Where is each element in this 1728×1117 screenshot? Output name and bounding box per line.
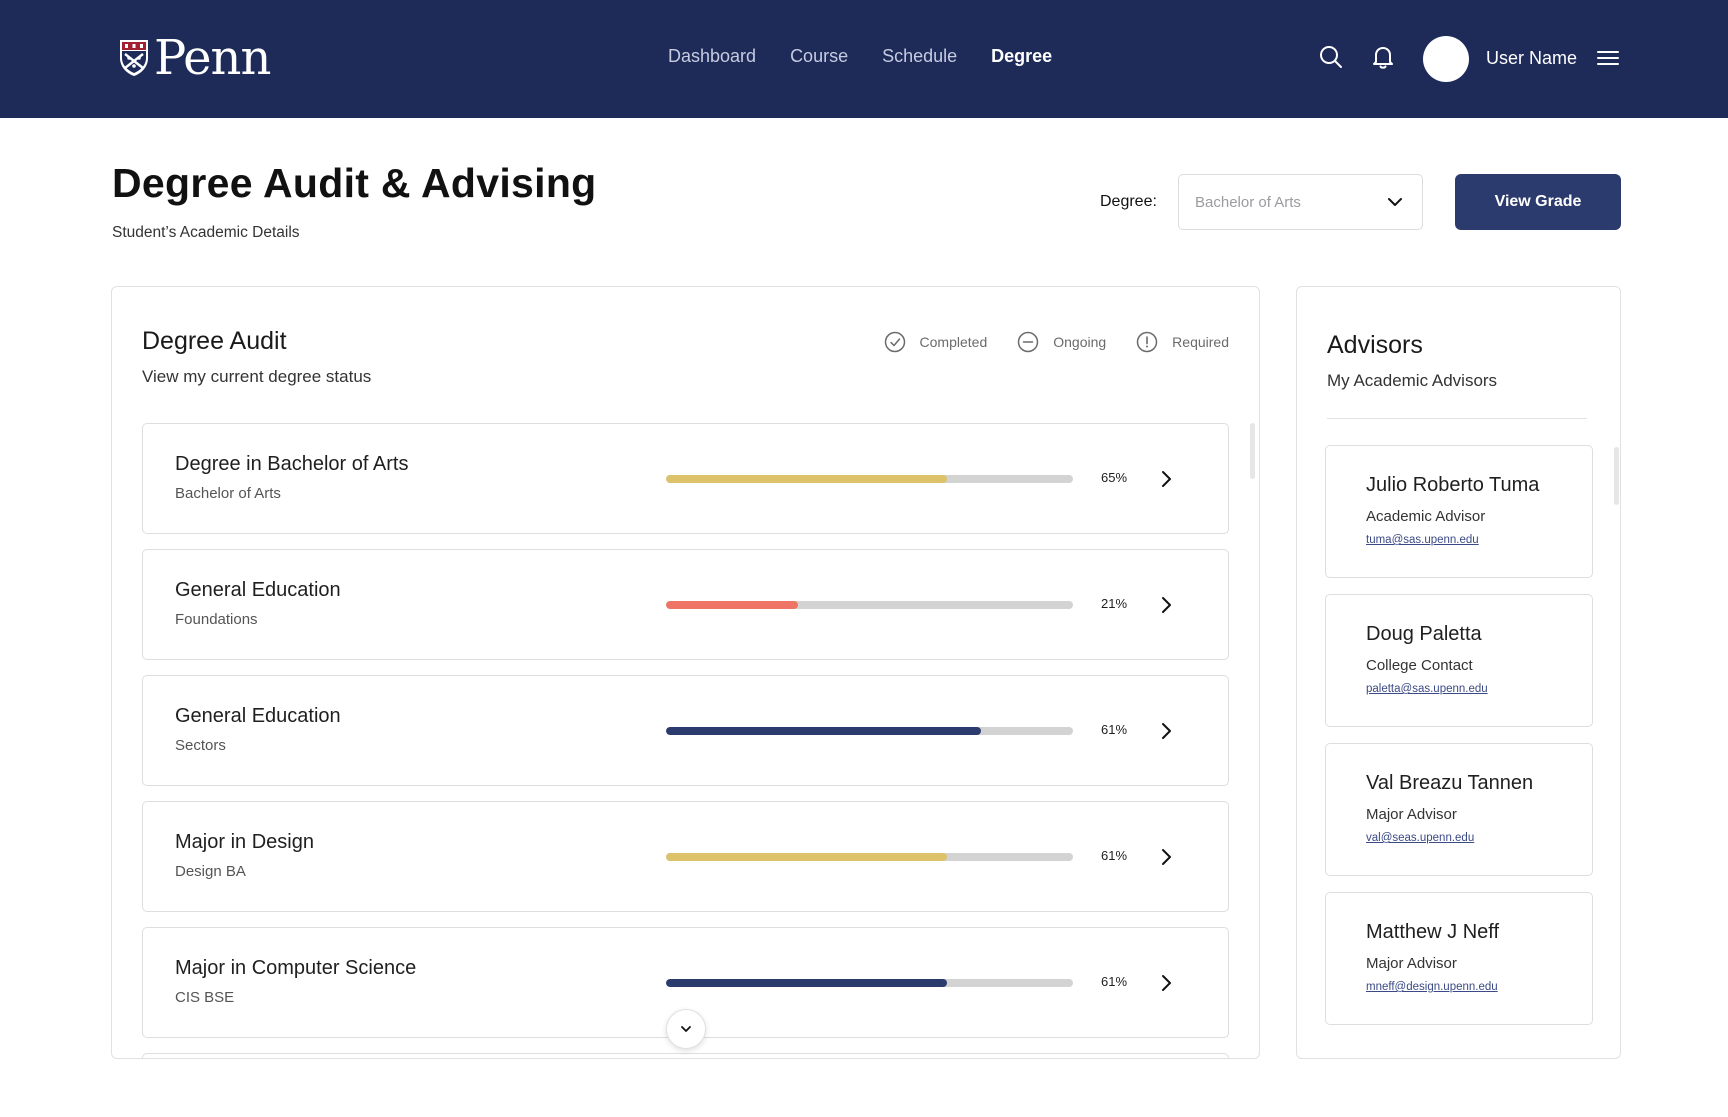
penn-logo[interactable]: Penn (118, 30, 271, 86)
advisor-email-link[interactable]: mneff@design.upenn.edu (1366, 981, 1498, 993)
logo-text: Penn (154, 30, 271, 86)
exclamation-circle-icon (1136, 331, 1158, 353)
advisor-name: Julio Roberto Tuma (1366, 474, 1540, 496)
nav-dashboard[interactable]: Dashboard (668, 46, 756, 67)
nav-schedule[interactable]: Schedule (882, 46, 957, 67)
chevron-right-icon[interactable] (1156, 847, 1176, 867)
advisor-role: Major Advisor (1366, 955, 1457, 972)
progress-fill (666, 853, 947, 861)
degree-select-placeholder: Bachelor of Arts (1195, 194, 1301, 211)
progress-fill (666, 727, 982, 735)
user-name[interactable]: User Name (1486, 48, 1577, 69)
chevron-down-icon (681, 1026, 691, 1032)
audit-row-subtitle: Design BA (175, 863, 246, 880)
legend-ongoing-label: Ongoing (1053, 334, 1107, 350)
audit-row-title: Major in Design (175, 831, 314, 853)
audit-subtitle: View my current degree status (142, 367, 372, 386)
minus-circle-icon (1017, 331, 1039, 353)
audit-title: Degree Audit (142, 327, 287, 355)
view-grade-button[interactable]: View Grade (1455, 174, 1621, 230)
legend-completed: Completed (884, 331, 988, 353)
advisor-card: Val Breazu Tannen Major Advisor val@seas… (1325, 743, 1593, 876)
page-title: Degree Audit & Advising (112, 160, 597, 206)
degree-label: Degree: (1100, 193, 1157, 210)
progress-percent: 61% (1101, 722, 1128, 737)
chevron-right-icon[interactable] (1156, 973, 1176, 993)
penn-shield-icon (120, 40, 148, 76)
chevron-right-icon[interactable] (1156, 721, 1176, 741)
divider (1327, 418, 1587, 419)
chevron-right-icon[interactable] (1156, 469, 1176, 489)
advisor-role: College Contact (1366, 657, 1473, 674)
bell-icon[interactable] (1370, 44, 1396, 70)
nav-degree[interactable]: Degree (991, 46, 1052, 67)
main-nav: Dashboard Course Schedule Degree (668, 46, 1052, 67)
progress-fill (666, 601, 799, 609)
progress-bar (666, 727, 1073, 735)
nav-course[interactable]: Course (790, 46, 848, 67)
legend-ongoing: Ongoing (1017, 331, 1106, 353)
legend-required: Required (1136, 331, 1229, 353)
scroll-down-button[interactable] (666, 1009, 706, 1049)
advisor-name: Matthew J Neff (1366, 921, 1500, 943)
progress-bar (666, 601, 1073, 609)
check-circle-icon (884, 331, 905, 353)
advisor-email-link[interactable]: tuma@sas.upenn.edu (1366, 534, 1479, 546)
audit-row-title: General Education (175, 579, 341, 601)
progress-bar (666, 979, 1073, 987)
advisor-card: Doug Paletta College Contact paletta@sas… (1325, 594, 1593, 727)
audit-row-title: General Education (175, 705, 341, 727)
audit-row[interactable]: Major in Design Design BA 61% (142, 801, 1229, 912)
audit-row-title: Degree in Bachelor of Arts (175, 453, 409, 475)
progress-percent: 61% (1101, 974, 1128, 989)
progress-percent: 65% (1101, 470, 1128, 485)
advisor-email-link[interactable]: val@seas.upenn.edu (1366, 832, 1474, 844)
progress-bar (666, 475, 1073, 483)
progress-percent: 61% (1101, 848, 1128, 863)
advisors-subtitle: My Academic Advisors (1327, 371, 1498, 390)
audit-row-subtitle: Sectors (175, 737, 226, 754)
chevron-down-icon (1388, 198, 1402, 206)
degree-audit-card: Degree Audit View my current degree stat… (111, 286, 1260, 1059)
audit-row[interactable]: General Education Foundations 21% (142, 549, 1229, 660)
progress-fill (666, 979, 947, 987)
advisor-role: Academic Advisor (1366, 508, 1486, 525)
legend-required-label: Required (1172, 334, 1229, 350)
advisor-role: Major Advisor (1366, 806, 1457, 823)
advisor-name: Val Breazu Tannen (1366, 772, 1534, 794)
audit-row[interactable]: General Education Sectors 61% (142, 675, 1229, 786)
page-subtitle: Student’s Academic Details (112, 224, 300, 241)
audit-row[interactable]: Degree in Bachelor of Arts Bachelor of A… (142, 423, 1229, 534)
chevron-right-icon[interactable] (1156, 595, 1176, 615)
audit-row-subtitle: CIS BSE (175, 989, 235, 1006)
advisor-email-link[interactable]: paletta@sas.upenn.edu (1366, 683, 1488, 695)
legend-completed-label: Completed (919, 334, 988, 350)
menu-icon[interactable] (1596, 47, 1620, 69)
top-navbar: Penn Dashboard Course Schedule Degree Us… (0, 0, 1728, 118)
progress-percent: 21% (1101, 596, 1128, 611)
progress-bar (666, 853, 1073, 861)
advisor-card: Matthew J Neff Major Advisor mneff@desig… (1325, 892, 1593, 1025)
status-legend: Completed Ongoing Required (870, 331, 1229, 353)
audit-row-subtitle: Bachelor of Arts (175, 485, 281, 502)
audit-row-title: Major in Computer Science (175, 957, 417, 979)
progress-fill (666, 475, 947, 483)
advisors-card: Advisors My Academic Advisors Julio Robe… (1296, 286, 1621, 1059)
audit-row-partial[interactable] (142, 1053, 1229, 1058)
search-icon[interactable] (1318, 44, 1344, 70)
advisor-name: Doug Paletta (1366, 623, 1482, 645)
advisors-title: Advisors (1327, 331, 1423, 359)
degree-select[interactable]: Bachelor of Arts (1178, 174, 1423, 230)
user-avatar[interactable] (1423, 36, 1469, 82)
advisor-card: Julio Roberto Tuma Academic Advisor tuma… (1325, 445, 1593, 578)
audit-row-subtitle: Foundations (175, 611, 258, 628)
advisors-scrollbar[interactable] (1614, 447, 1619, 505)
audit-scrollbar[interactable] (1250, 423, 1255, 479)
